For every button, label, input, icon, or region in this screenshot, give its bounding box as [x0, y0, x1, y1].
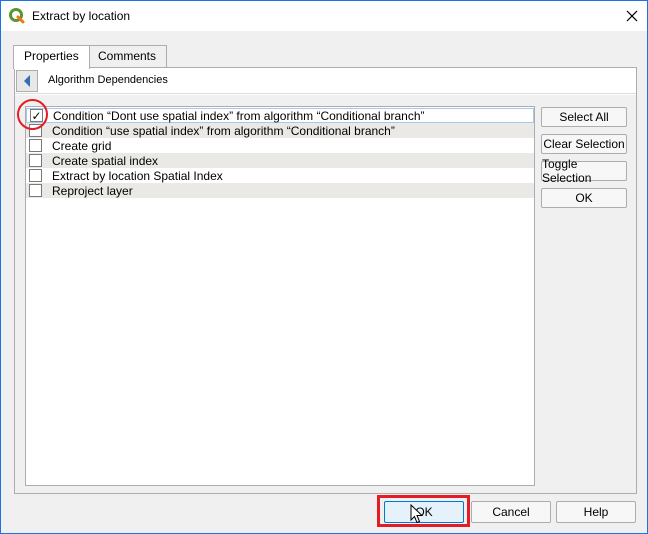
panel-title: Algorithm Dependencies [48, 74, 168, 86]
panel-header: Algorithm Dependencies [15, 68, 636, 94]
list-item-label: Extract by location Spatial Index [52, 168, 223, 183]
dependencies-list: ✓ Condition “Dont use spatial index” fro… [25, 106, 535, 486]
qgis-icon [9, 8, 25, 24]
back-arrow-icon[interactable] [16, 70, 38, 92]
list-item[interactable]: Create spatial index [26, 153, 534, 168]
tab-properties[interactable]: Properties [13, 45, 90, 69]
title-bar: Extract by location [1, 1, 647, 31]
panel-ok-button[interactable]: OK [541, 188, 627, 208]
checkbox[interactable] [29, 154, 42, 167]
list-item[interactable]: Reproject layer [26, 183, 534, 198]
list-item-label: Reproject layer [52, 183, 133, 198]
properties-panel: Algorithm Dependencies ✓ Condition “Dont… [14, 67, 637, 494]
checkbox[interactable] [29, 184, 42, 197]
list-item-label: Create spatial index [52, 153, 159, 168]
checkbox[interactable] [29, 169, 42, 182]
list-item-label: Condition “use spatial index” from algor… [52, 123, 395, 138]
dependencies-content: ✓ Condition “Dont use spatial index” fro… [15, 95, 636, 493]
list-item[interactable]: Condition “use spatial index” from algor… [26, 123, 534, 138]
list-item[interactable]: ✓ Condition “Dont use spatial index” fro… [26, 108, 534, 123]
close-icon[interactable] [617, 1, 647, 31]
checkbox[interactable] [29, 139, 42, 152]
tab-comments[interactable]: Comments [87, 45, 168, 68]
list-item-label: Create grid [52, 138, 112, 153]
dialog-window: Extract by location Properties Comments … [0, 0, 648, 534]
ok-button[interactable]: OK [384, 501, 464, 523]
help-button[interactable]: Help [556, 501, 636, 523]
checkbox[interactable]: ✓ [30, 109, 43, 122]
clear-selection-button[interactable]: Clear Selection [541, 134, 627, 154]
list-item[interactable]: Create grid [26, 138, 534, 153]
list-item-label: Condition “Dont use spatial index” from … [53, 108, 425, 123]
list-item[interactable]: Extract by location Spatial Index [26, 168, 534, 183]
window-title: Extract by location [32, 9, 131, 23]
select-all-button[interactable]: Select All [541, 107, 627, 127]
checkbox[interactable] [29, 124, 42, 137]
cancel-button[interactable]: Cancel [471, 501, 551, 523]
toggle-selection-button[interactable]: Toggle Selection [541, 157, 627, 185]
